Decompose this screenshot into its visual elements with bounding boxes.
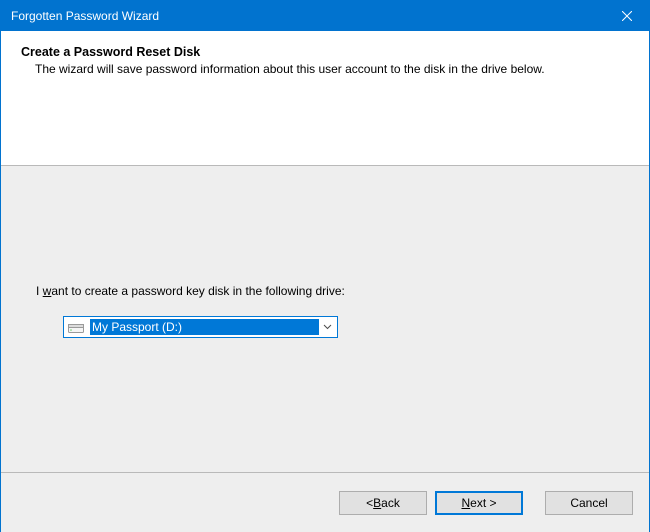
chevron-down-icon xyxy=(319,324,335,330)
next-button[interactable]: Next > xyxy=(435,491,523,515)
back-button[interactable]: < Back xyxy=(339,491,427,515)
window-title: Forgotten Password Wizard xyxy=(11,9,604,23)
cancel-button[interactable]: Cancel xyxy=(545,491,633,515)
drive-icon xyxy=(68,321,84,333)
wizard-header: Create a Password Reset Disk The wizard … xyxy=(1,31,649,166)
drive-prompt-label: I want to create a password key disk in … xyxy=(36,284,345,298)
drive-select[interactable]: My Passport (D:) xyxy=(63,316,338,338)
wizard-footer: < Back Next > Cancel xyxy=(1,473,649,532)
wizard-subtext: The wizard will save password informatio… xyxy=(21,59,581,77)
close-icon xyxy=(622,11,632,21)
wizard-heading: Create a Password Reset Disk xyxy=(21,45,629,59)
titlebar: Forgotten Password Wizard xyxy=(1,1,649,31)
wizard-content: I want to create a password key disk in … xyxy=(1,166,649,473)
drive-select-value: My Passport (D:) xyxy=(90,319,319,335)
close-button[interactable] xyxy=(604,1,649,31)
